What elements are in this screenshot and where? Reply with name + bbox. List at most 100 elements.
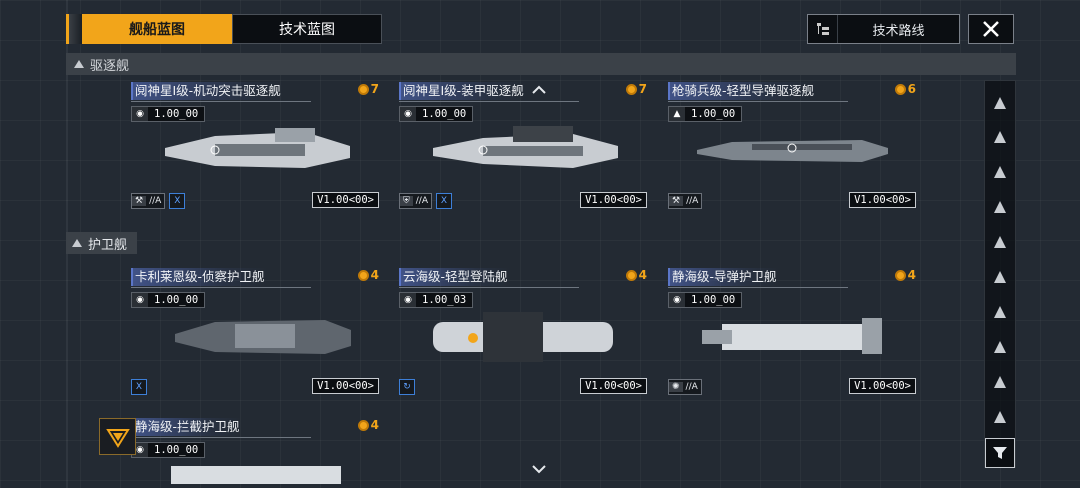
cost-coin-icon [625, 83, 637, 95]
section-destroyer-label: 驱逐舰 [90, 58, 130, 74]
ship-name: 静海级-导弹护卫舰 [668, 268, 779, 286]
cost-coin-icon [357, 83, 369, 95]
collapse-triangle-icon [72, 239, 82, 247]
scroll-down-chevron-icon[interactable] [532, 460, 546, 474]
ship-image [433, 126, 618, 168]
ship-name: 枪骑兵级-轻型导弹驱逐舰 [668, 82, 817, 100]
ship-name: 云海级-轻型登陆舰 [399, 268, 510, 286]
stat-icon: ▲ [669, 107, 685, 121]
cost-coin-icon [357, 269, 369, 281]
cost-value: 4 [638, 268, 647, 282]
ship-stat: ◉ 1.00_00 [131, 442, 206, 458]
weapon-badge: ⚒//A [131, 193, 166, 209]
filter-class-2-icon[interactable] [985, 123, 1015, 151]
filter-button[interactable] [985, 438, 1015, 468]
collapse-triangle-icon [74, 60, 84, 68]
ship-card[interactable]: 云海级-轻型登陆舰 4 ◉ 1.00_03 ↻ V1.00<00> [399, 268, 647, 398]
ship-name: 阋神星I级-装甲驱逐舰 [399, 82, 526, 100]
tech-badge: X [131, 379, 147, 395]
tab-ship-blueprint[interactable]: 舰船蓝图 [82, 14, 232, 44]
filter-class-7-icon[interactable] [985, 298, 1015, 326]
ship-name: 阋神星I级-机动突击驱逐舰 [131, 82, 283, 100]
tech-route-button[interactable]: 技术路线 [807, 14, 960, 44]
ship-card[interactable]: 卡利莱恩级-侦察护卫舰 4 ◉ 1.00_00 X V1.00<00> [131, 268, 379, 398]
tech-route-label: 技术路线 [872, 23, 925, 39]
tab-accent [66, 14, 82, 44]
cost-value: 4 [370, 418, 379, 432]
filter-class-5-icon[interactable] [985, 228, 1015, 256]
name-underline [668, 101, 848, 102]
section-destroyer-header[interactable]: 驱逐舰 [66, 53, 1016, 75]
ship-name: 静海级-拦截护卫舰 [131, 418, 242, 436]
ship-card[interactable]: 静海级-拦截护卫舰 4 ◉ 1.00_00 [131, 418, 379, 488]
ship-card[interactable]: 静海级-导弹护卫舰 4 ◉ 1.00_00 ✺//A V1.00<00> [668, 268, 916, 398]
cost-coin-icon [357, 419, 369, 431]
card-badges: ⛨//A X V1.00<00> [399, 192, 647, 210]
name-underline [668, 287, 848, 288]
stat-icon: ◉ [132, 107, 148, 121]
stat-icon: ◉ [669, 293, 685, 307]
stat-icon: ◉ [400, 107, 416, 121]
ship-image [697, 140, 888, 162]
name-underline [131, 287, 311, 288]
close-button[interactable] [968, 14, 1014, 44]
card-badges: X V1.00<00> [131, 378, 379, 396]
ship-cost: 4 [357, 268, 379, 282]
section-frigate-label: 护卫舰 [88, 237, 128, 253]
ship-card[interactable]: 阋神星I级-装甲驱逐舰 7 ◉ 1.00_00 ⛨//A X V1.00<00> [399, 82, 647, 212]
card-badges: ⚒//A X V1.00<00> [131, 192, 379, 210]
ship-image [171, 466, 341, 484]
version-label: V1.00<00> [312, 378, 379, 394]
close-icon [983, 21, 999, 37]
filter-class-6-icon[interactable] [985, 263, 1015, 291]
ship-card[interactable]: 枪骑兵级-轻型导弹驱逐舰 6 ▲ 1.00_00 ⚒//A V1.00<00> [668, 82, 916, 212]
ship-card[interactable]: 阋神星I级-机动突击驱逐舰 7 ◉ 1.00_00 ⚒//A X V1.00<00… [131, 82, 379, 212]
repair-badge: ↻ [399, 379, 415, 395]
faction-emblem-icon[interactable] [99, 418, 136, 455]
filter-icon [993, 447, 1007, 459]
ship-image [433, 312, 613, 362]
stat-icon: ◉ [400, 293, 416, 307]
ship-cost: 4 [357, 418, 379, 432]
name-underline [131, 437, 311, 438]
stat-icon: ◉ [132, 293, 148, 307]
ship-cost: 4 [894, 268, 916, 282]
name-underline [399, 287, 579, 288]
ship-name: 卡利莱恩级-侦察护卫舰 [131, 268, 267, 286]
filter-class-10-icon[interactable] [985, 403, 1015, 431]
cost-value: 4 [907, 268, 916, 282]
cost-value: 6 [907, 82, 916, 96]
cost-value: 7 [370, 82, 379, 96]
filter-class-8-icon[interactable] [985, 333, 1015, 361]
filter-class-4-icon[interactable] [985, 193, 1015, 221]
cost-value: 4 [370, 268, 379, 282]
section-frigate-header[interactable]: 护卫舰 [66, 232, 138, 254]
filter-class-9-icon[interactable] [985, 368, 1015, 396]
cost-coin-icon [625, 269, 637, 281]
weapon-badge: ⚒//A [668, 193, 703, 209]
version-label: V1.00<00> [312, 192, 379, 208]
tech-tree-icon [808, 15, 838, 43]
filter-class-1-icon[interactable] [985, 89, 1015, 117]
weapon-badge: ✺//A [668, 379, 702, 395]
version-label: V1.00<00> [580, 378, 647, 394]
version-label: V1.00<00> [849, 192, 916, 208]
tech-badge: X [436, 193, 452, 209]
name-underline [131, 101, 311, 102]
tab-tech-blueprint[interactable]: 技术蓝图 [232, 14, 382, 44]
cost-coin-icon [894, 83, 906, 95]
card-badges: ✺//A V1.00<00> [668, 378, 916, 396]
tech-badge: X [169, 193, 186, 209]
version-label: V1.00<00> [580, 192, 647, 208]
cost-value: 7 [638, 82, 647, 96]
ship-cost: 6 [894, 82, 916, 96]
armor-badge: ⛨//A [399, 193, 432, 209]
ship-cost: 4 [625, 268, 647, 282]
cost-coin-icon [894, 269, 906, 281]
blueprint-tabs: 舰船蓝图 技术蓝图 [66, 14, 382, 44]
ship-image [175, 320, 351, 354]
filter-destroyer-icon[interactable] [985, 158, 1015, 186]
ship-class-filter-bar [984, 80, 1016, 468]
stat-value: 1.00_00 [154, 444, 199, 456]
card-badges: ↻ V1.00<00> [399, 378, 647, 396]
